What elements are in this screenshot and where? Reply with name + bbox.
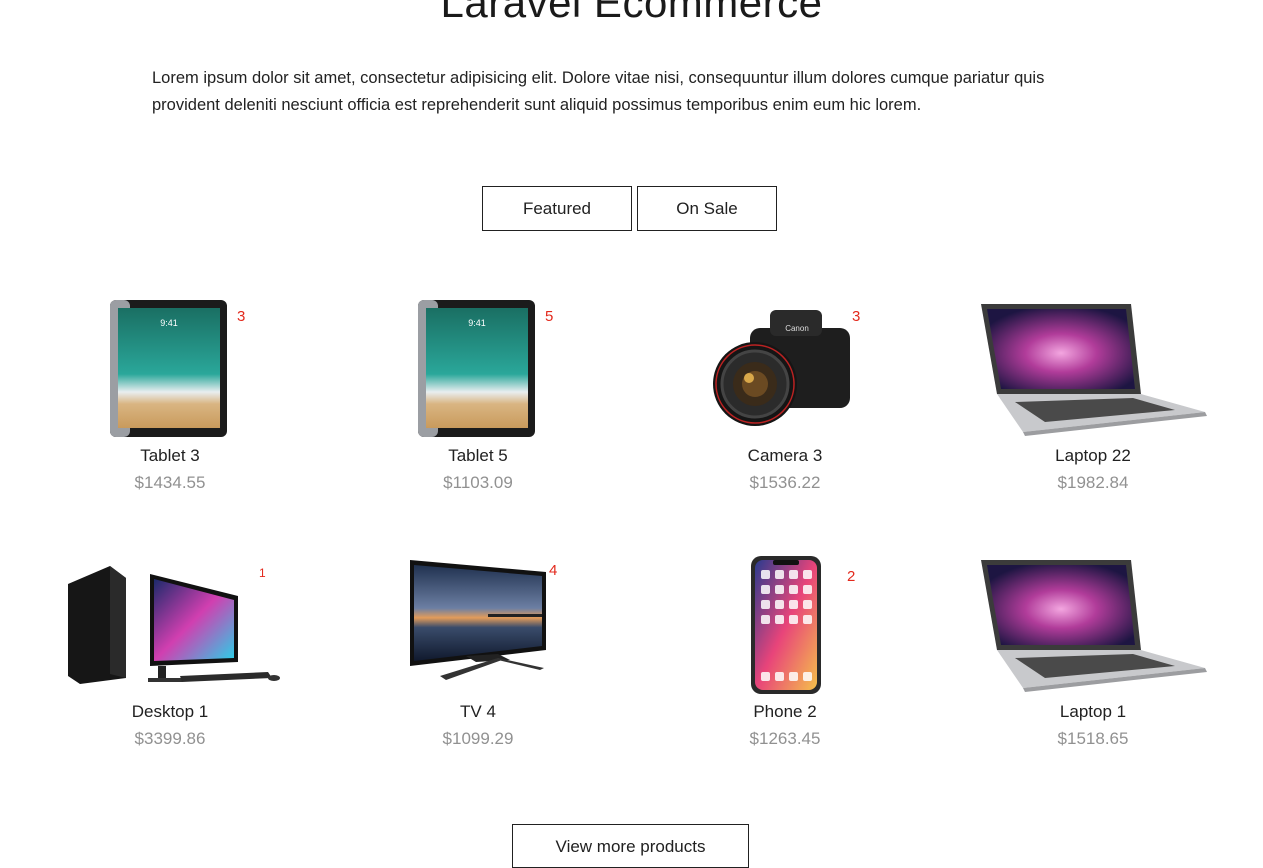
product-price: $1434.55 [134, 473, 206, 492]
product-price: $1099.29 [442, 729, 514, 748]
badge: 1 [259, 566, 266, 580]
product-price: $1536.22 [749, 473, 821, 492]
badge: 3 [237, 308, 246, 325]
product-name[interactable]: Tablet 3 [40, 446, 300, 466]
tablet-icon[interactable]: 9:41 [40, 298, 300, 438]
badge: 4 [549, 562, 558, 579]
laptop-icon[interactable] [963, 298, 1223, 438]
badge: 2 [847, 568, 856, 585]
badge: 3 [852, 308, 861, 325]
svg-text:9:41: 9:41 [160, 318, 178, 328]
product-price: $3399.86 [134, 729, 206, 748]
product-name[interactable]: Phone 2 [655, 702, 915, 722]
camera-icon[interactable]: Canon [655, 298, 915, 438]
laptop-icon[interactable] [963, 554, 1223, 694]
tab-featured[interactable]: Featured [482, 186, 632, 231]
view-more-products-button[interactable]: View more products [512, 824, 749, 868]
svg-text:Canon: Canon [785, 324, 809, 333]
product-price: $1103.09 [443, 473, 513, 492]
product-tabs: Featured On Sale [482, 186, 777, 231]
product-name[interactable]: Camera 3 [655, 446, 915, 466]
svg-text:9:41: 9:41 [468, 318, 486, 328]
product-name[interactable]: Desktop 1 [40, 702, 300, 722]
intro-text: Lorem ipsum dolor sit amet, consectetur … [152, 69, 1045, 114]
product-price: $1982.84 [1057, 473, 1129, 492]
product-price: $1263.45 [749, 729, 821, 748]
product-name[interactable]: Laptop 22 [963, 446, 1223, 466]
tablet-icon[interactable]: 9:41 [348, 298, 608, 438]
product-price: $1518.65 [1057, 729, 1129, 748]
tv-icon[interactable] [348, 554, 608, 694]
product-name[interactable]: Laptop 1 [963, 702, 1223, 722]
page-title: Laravel Ecommerce [440, 0, 823, 26]
tab-on-sale[interactable]: On Sale [637, 186, 777, 231]
phone-icon[interactable] [655, 554, 915, 694]
product-name[interactable]: TV 4 [348, 702, 608, 722]
badge: 5 [545, 308, 554, 325]
product-name[interactable]: Tablet 5 [348, 446, 608, 466]
